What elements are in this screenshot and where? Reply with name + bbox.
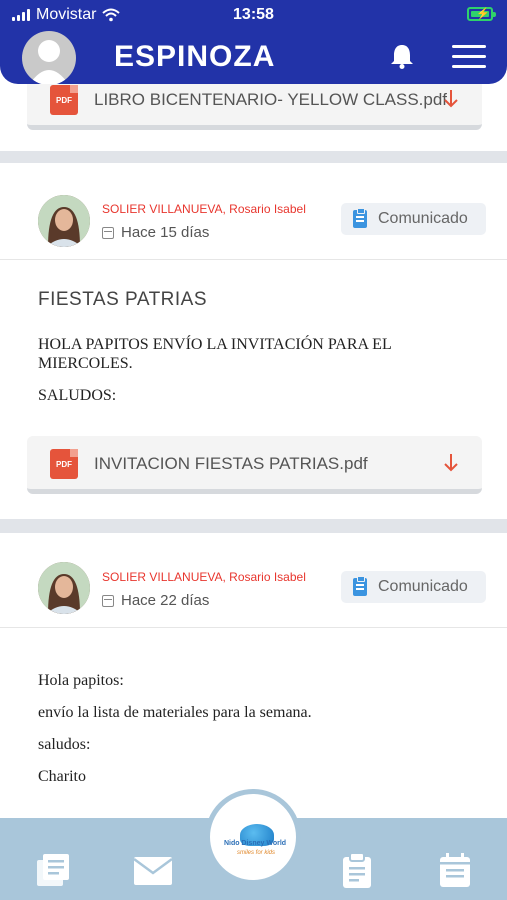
hamburger-menu-icon[interactable] bbox=[452, 45, 486, 69]
download-arrow-icon[interactable] bbox=[442, 450, 460, 476]
post-paragraph: saludos: bbox=[38, 736, 91, 753]
pdf-file-icon: PDF bbox=[50, 85, 78, 115]
post-paragraph: envío la lista de materiales para la sem… bbox=[38, 704, 312, 721]
person-silhouette-icon bbox=[29, 40, 69, 84]
clipboard-icon bbox=[353, 208, 367, 228]
calendar-icon bbox=[102, 226, 114, 239]
post-body: Hola papitos: envío la lista de material… bbox=[38, 671, 468, 799]
attachment-filename: LIBRO BICENTENARIO- YELLOW CLASS.pdf bbox=[94, 90, 448, 109]
page-title: ESPINOZA bbox=[114, 40, 276, 73]
badge-label: Comunicado bbox=[378, 578, 468, 595]
clipboard-icon bbox=[353, 576, 367, 596]
logo-text: Nido Disney World bbox=[223, 840, 287, 847]
post-time: Hace 22 días bbox=[102, 592, 209, 609]
post-author[interactable]: SOLIER VILLANUEVA, Rosario Isabel bbox=[102, 570, 306, 584]
calendar-nav-icon[interactable] bbox=[436, 851, 474, 889]
post-type-badge: Comunicado bbox=[341, 571, 486, 603]
app-header: Movistar 13:58 ⚡ ESPINOZA bbox=[0, 0, 507, 84]
badge-label: Comunicado bbox=[378, 210, 468, 227]
status-time: 13:58 bbox=[233, 6, 274, 23]
post-time-label: Hace 22 días bbox=[121, 592, 210, 609]
separator bbox=[0, 627, 507, 628]
calendar-icon bbox=[102, 594, 114, 607]
school-logo-button[interactable]: Nido Disney World smiles for kids bbox=[205, 789, 301, 885]
post-time-label: Hace 15 días bbox=[121, 224, 210, 241]
status-bar: Movistar 13:58 ⚡ bbox=[0, 0, 507, 30]
post-type-badge: Comunicado bbox=[341, 203, 486, 235]
attachment-item[interactable]: PDF INVITACION FIESTAS PATRIAS.pdf bbox=[27, 436, 482, 494]
feed[interactable]: PDF LIBRO BICENTENARIO- YELLOW CLASS.pdf… bbox=[0, 84, 507, 820]
post-body: HOLA PAPITOS ENVÍO LA INVITACIÓN PARA EL… bbox=[38, 335, 468, 418]
pdf-file-icon: PDF bbox=[50, 449, 78, 479]
user-avatar[interactable] bbox=[22, 31, 76, 84]
attachment-filename: INVITACION FIESTAS PATRIAS.pdf bbox=[94, 454, 368, 473]
post-time: Hace 15 días bbox=[102, 224, 209, 241]
post-paragraph: Hola papitos: bbox=[38, 672, 124, 689]
post-paragraph: HOLA PAPITOS ENVÍO LA INVITACIÓN PARA EL… bbox=[38, 336, 392, 372]
battery-icon: ⚡ bbox=[467, 7, 496, 21]
author-avatar bbox=[38, 562, 90, 614]
divider bbox=[0, 519, 507, 533]
attachment-item[interactable]: PDF LIBRO BICENTENARIO- YELLOW CLASS.pdf bbox=[27, 84, 482, 130]
mail-icon[interactable] bbox=[132, 851, 174, 889]
clipboard-nav-icon[interactable] bbox=[338, 851, 376, 889]
logo-subtext: smiles for kids bbox=[236, 850, 275, 856]
post-paragraph: Charito bbox=[38, 768, 86, 785]
bell-icon[interactable] bbox=[388, 42, 416, 70]
author-photo bbox=[38, 562, 90, 614]
post-title: FIESTAS PATRIAS bbox=[38, 289, 208, 310]
post-paragraph: SALUDOS: bbox=[38, 387, 117, 404]
divider bbox=[0, 151, 507, 163]
post-author[interactable]: SOLIER VILLANUEVA, Rosario Isabel bbox=[102, 202, 306, 216]
separator bbox=[0, 259, 507, 260]
download-arrow-icon[interactable] bbox=[442, 86, 460, 112]
documents-icon[interactable] bbox=[34, 851, 72, 889]
author-avatar bbox=[38, 195, 90, 247]
author-photo bbox=[38, 195, 90, 247]
